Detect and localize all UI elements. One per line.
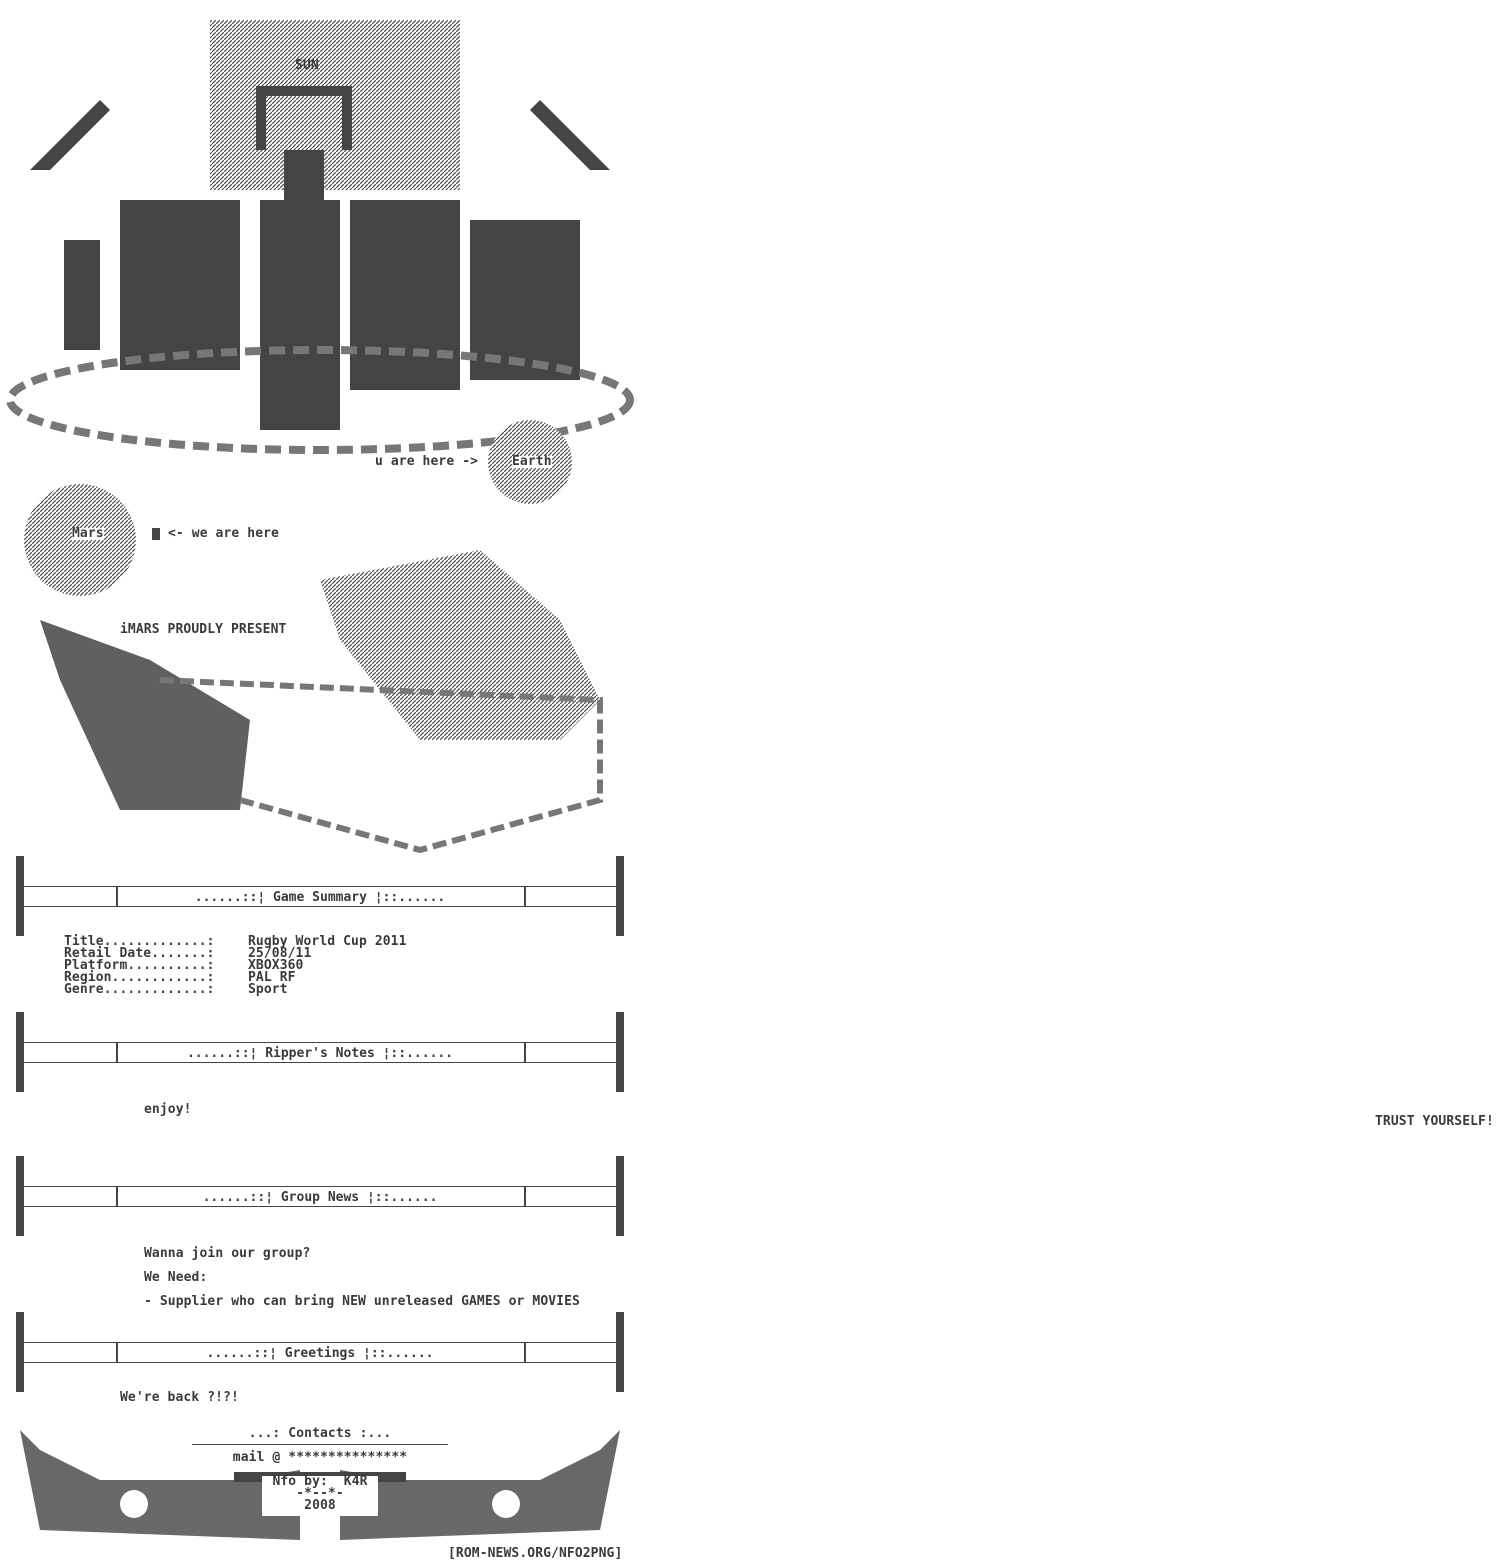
group-news-line: Wanna join our group?: [144, 1246, 311, 1261]
group-news-line: - Supplier who can bring NEW unreleased …: [144, 1294, 580, 1309]
summary-value: Sport: [248, 982, 288, 997]
section-title: ......::¦ Ripper's Notes ¦::......: [186, 1046, 454, 1061]
mars-pointer: <- we are here: [168, 526, 279, 541]
group-news-header: ......::¦ Group News ¦::......: [16, 1156, 624, 1236]
earth-pointer: u are here ->: [375, 454, 479, 469]
sun-flames: [210, 20, 460, 210]
section-title: ......::¦ Greetings ¦::......: [206, 1346, 434, 1361]
earth-label: Earth: [512, 454, 552, 469]
summary-label: Genre.............:: [64, 982, 215, 997]
section-title: ......::¦ Game Summary ¦::......: [194, 890, 446, 905]
sun-label: SUN: [295, 58, 319, 73]
rippers-notes-header: ......::¦ Ripper's Notes ¦::......: [16, 1012, 624, 1092]
contacts-header: ...: Contacts :...: [248, 1426, 392, 1441]
side-text: TRUST YOURSELF!: [1375, 1114, 1494, 1129]
greetings-header: ......::¦ Greetings ¦::......: [16, 1312, 624, 1392]
section-title: ......::¦ Group News ¦::......: [202, 1190, 438, 1205]
mars-label: Mars: [72, 526, 104, 541]
footer-credit: [ROM-NEWS.ORG/NFO2PNG]: [448, 1546, 623, 1561]
group-news-line: We Need:: [144, 1270, 208, 1285]
contacts-divider: [192, 1444, 448, 1445]
rippers-notes-text: enjoy!: [144, 1102, 192, 1117]
present-text: iMARS PROUDLY PRESENT: [120, 622, 287, 637]
nfo-year: 2008: [304, 1498, 336, 1513]
spaceship-art: [40, 550, 603, 854]
greetings-text: We're back ?!?!: [120, 1390, 239, 1405]
game-summary-header: ......::¦ Game Summary ¦::......: [16, 856, 624, 936]
contacts-mail: mail @ ***************: [232, 1450, 408, 1465]
